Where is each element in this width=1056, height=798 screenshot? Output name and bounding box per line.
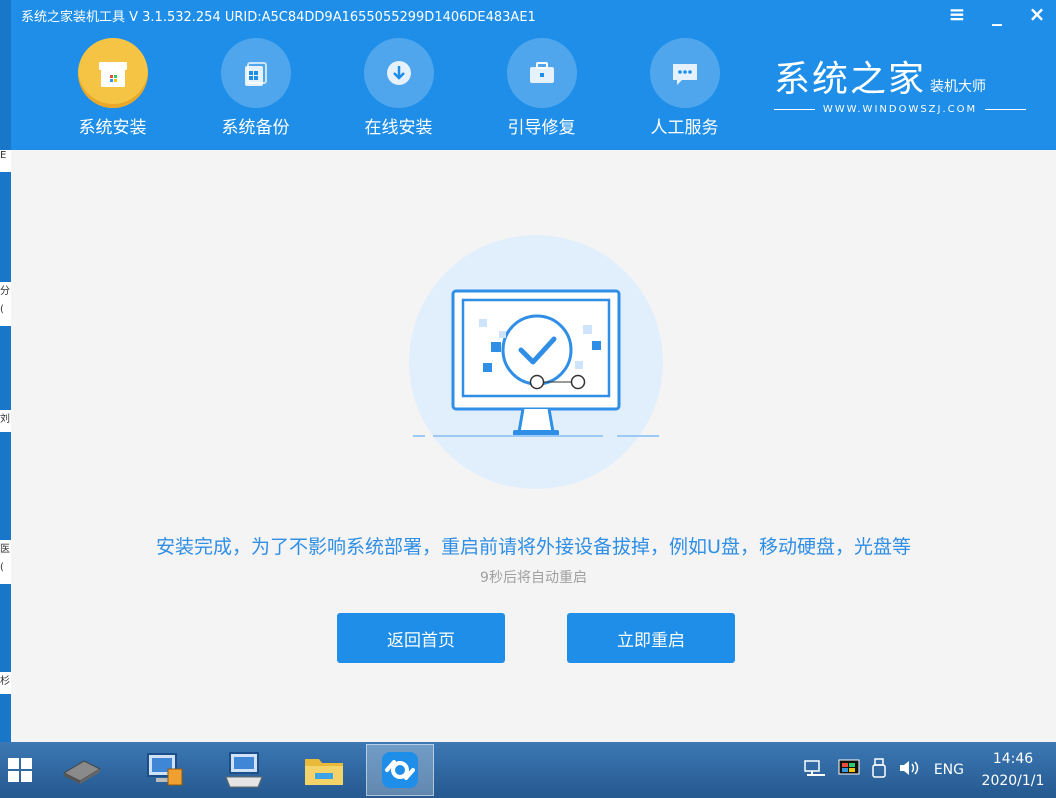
nav-label: 人工服务 [650,118,719,138]
input-language[interactable]: ENG [934,762,964,778]
app-header: 系统之家装机工具 V 3.1.532.254 URID:A5C84DD9A165… [11,0,1056,150]
toolbox-icon [506,38,577,108]
chat-icon [649,38,720,108]
folder-icon[interactable] [290,744,358,796]
system-tray: ENG [804,742,964,798]
desktop-icon-fragment: 杉 [0,672,11,694]
nav-item-manual-service[interactable]: 人工服务 [613,38,756,138]
restart-now-button[interactable]: 立即重启 [567,613,735,663]
hard-drive-icon[interactable] [48,744,116,796]
usb-icon[interactable] [872,758,886,782]
clock-time: 14:46 [992,751,1034,767]
nav-item-system-install[interactable]: 系统安装 [41,38,184,138]
window-title: 系统之家装机工具 V 3.1.532.254 URID:A5C84DD9A165… [21,10,536,25]
network-icon[interactable] [804,759,826,781]
installer-window: 系统之家装机工具 V 3.1.532.254 URID:A5C84DD9A165… [11,0,1056,742]
taskbar: ENG 14:46 2020/1/1 [0,742,1056,798]
computer-icon[interactable] [130,744,198,796]
desktop-background: E 分 ( 刘 医 ( 杉 [0,0,11,742]
monitor-check-icon [413,289,659,437]
volume-icon[interactable] [898,759,922,781]
back-to-home-button[interactable]: 返回首页 [337,613,505,663]
desktop-icon-fragment: 医 [0,540,11,562]
minimize-button[interactable]: _ [986,2,1008,26]
windows-box-icon [77,38,148,108]
close-button[interactable]: × [1026,2,1048,26]
desktop-icon-fragment: E [0,150,11,172]
download-icon [363,38,434,108]
taskbar-clock[interactable]: 14:46 2020/1/1 [970,748,1056,792]
clock-date: 2020/1/1 [981,773,1045,789]
desktop-icon-fragment: ( [0,304,11,326]
display-flag-icon[interactable] [838,759,860,781]
nav-label: 引导修复 [507,118,576,138]
nav-label: 系统备份 [221,118,290,138]
restart-countdown: 9秒后将自动重启 [480,570,587,586]
brand-logo: 系统之家 装机大师 WWW.WINDOWSZJ.COM [774,50,1026,115]
nav-label: 在线安装 [364,118,433,138]
keyboard-icon[interactable] [210,744,278,796]
nav-item-system-backup[interactable]: 系统备份 [184,38,327,138]
nav-item-boot-repair[interactable]: 引导修复 [470,38,613,138]
nav-label: 系统安装 [78,118,147,138]
brand-title: 系统之家 装机大师 [774,59,987,100]
desktop-icon-fragment: 分 [0,282,11,304]
nav-item-online-install[interactable]: 在线安装 [327,38,470,138]
menu-button[interactable]: ≡ [946,2,968,26]
install-complete-illustration [409,235,663,489]
window-controls: ≡ _ × [946,2,1048,26]
desktop-icon-fragment: 刘 [0,410,11,432]
start-icon[interactable] [0,744,40,796]
backup-icon [220,38,291,108]
installer-app-icon[interactable] [366,744,434,796]
main-nav: 系统安装 系统备份 在线安装 引导修复 人工服务 [41,38,756,138]
install-complete-message: 安装完成，为了不影响系统部署，重启前请将外接设备拔掉，例如U盘，移动硬盘，光盘等 [156,536,911,558]
desktop-icon-fragment: ( [0,562,11,584]
brand-subtitle: 装机大师 [930,79,987,95]
brand-url: WWW.WINDOWSZJ.COM [774,104,1026,115]
